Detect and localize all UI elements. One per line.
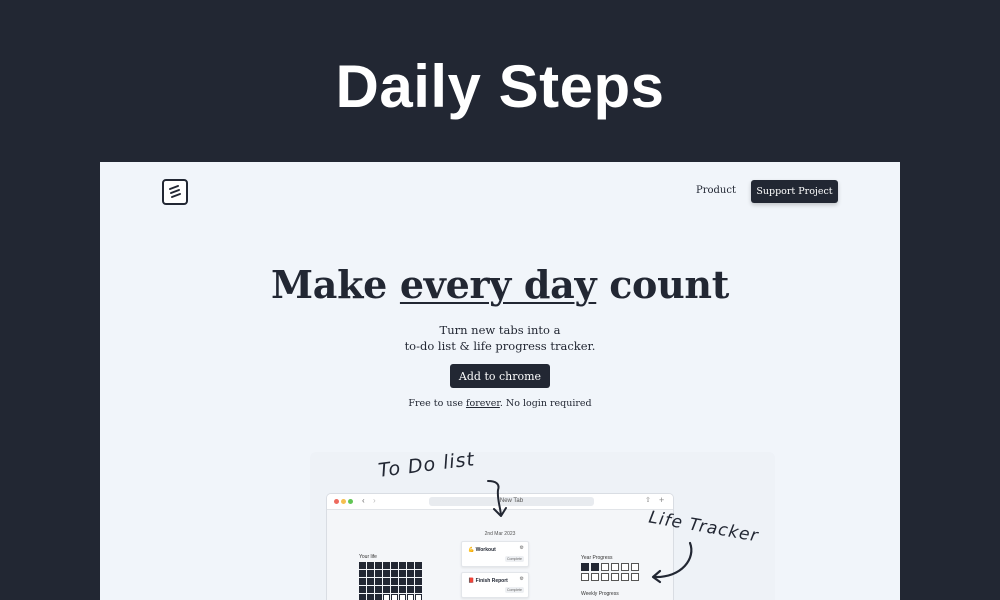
life-cell [391,570,398,577]
life-cell [375,594,382,600]
year-progress-cell [581,573,589,581]
life-cell [391,578,398,585]
life-tracker-arrow-icon [651,541,693,584]
year-progress-cell [631,563,639,571]
life-cell [407,578,414,585]
life-cell [415,570,422,577]
life-cell [375,578,382,585]
task-card: 📕 Finish Report ⚙ Complete [461,572,529,598]
banner-title: Daily Steps [335,53,665,120]
gear-icon: ⚙ [519,545,524,551]
life-cell [415,578,422,585]
minimize-dot-icon [341,499,346,504]
new-tab-icon: + [659,495,665,505]
weekly-progress-label: Weekly Progress [581,591,619,597]
year-progress-cell [621,573,629,581]
add-to-chrome-button[interactable]: Add to chrome [450,364,550,388]
hero-title: Make every day count [100,262,900,307]
life-cell [359,594,366,600]
year-progress-label: Year Progress [581,555,613,561]
hero-subtitle: Turn new tabs into a to-do list & life p… [100,322,900,354]
life-cell [391,594,398,600]
life-cell [367,586,374,593]
life-cell [407,594,414,600]
life-cell [415,586,422,593]
life-cell [415,562,422,569]
life-cell [375,562,382,569]
life-cell [399,578,406,585]
life-cell [383,570,390,577]
free-note-pre: Free to use [408,398,466,409]
year-progress-cell [621,563,629,571]
maximize-dot-icon [348,499,353,504]
life-cell [367,578,374,585]
year-progress-cell [591,573,599,581]
task-title: 📕 Finish Report [468,578,508,584]
close-dot-icon [334,499,339,504]
life-cell [407,562,414,569]
life-cell [407,570,414,577]
free-note-post: . No login required [499,398,592,409]
life-cell [367,562,374,569]
task-label: Finish Report [475,578,508,584]
hero-subtitle-line1: Turn new tabs into a [439,323,561,337]
back-arrow-icon: ‹ [362,496,365,505]
life-cell [383,562,390,569]
task-status-badge: Complete [505,587,524,593]
life-cell [375,570,382,577]
task-icon: 💪 [468,547,475,553]
task-status-badge: Complete [505,556,524,562]
task-title: 💪 Workout [468,547,496,553]
life-cell [359,586,366,593]
life-cell [391,562,398,569]
your-life-label: Your life [359,554,377,560]
life-cell [359,570,366,577]
logo-icon[interactable] [162,179,188,205]
life-cell [399,570,406,577]
life-cell [383,594,390,600]
hero-title-emphasis: every day [399,262,597,307]
hero-title-post: count [596,262,729,307]
free-note: Free to use forever. No login required [100,398,900,409]
todo-arrow-icon [487,480,507,517]
life-cell [415,594,422,600]
gear-icon: ⚙ [519,576,524,582]
nav-link-product[interactable]: Product [696,185,736,196]
hero-subtitle-line2: to-do list & life progress tracker. [404,339,596,353]
landing-page: Product Support Project Make every day c… [100,162,900,600]
task-card: 💪 Workout ⚙ Complete [461,541,529,567]
life-cell [391,586,398,593]
task-icon: 📕 [468,578,475,584]
share-icon: ⇧ [645,497,651,504]
life-cell [383,578,390,585]
life-cell [367,570,374,577]
hero-title-pre: Make [271,262,400,307]
address-bar: New Tab [429,497,594,506]
task-label: Workout [475,547,496,553]
preview-date: 2nd Mar 2023 [484,531,516,537]
life-cell [399,562,406,569]
life-cell [399,594,406,600]
life-cell [407,586,414,593]
forward-arrow-icon: › [373,496,376,505]
life-cell [399,586,406,593]
year-progress-cell [611,563,619,571]
year-progress-cell [611,573,619,581]
life-cell [383,586,390,593]
life-cell [375,586,382,593]
life-cell [367,594,374,600]
year-progress-grid [581,563,639,581]
support-project-button[interactable]: Support Project [751,180,838,203]
life-grid [359,562,422,600]
life-cell [359,578,366,585]
year-progress-cell [591,563,599,571]
year-progress-cell [581,563,589,571]
year-progress-cell [601,573,609,581]
year-progress-cell [601,563,609,571]
life-cell [359,562,366,569]
year-progress-cell [631,573,639,581]
free-note-emphasis: forever [465,398,500,409]
